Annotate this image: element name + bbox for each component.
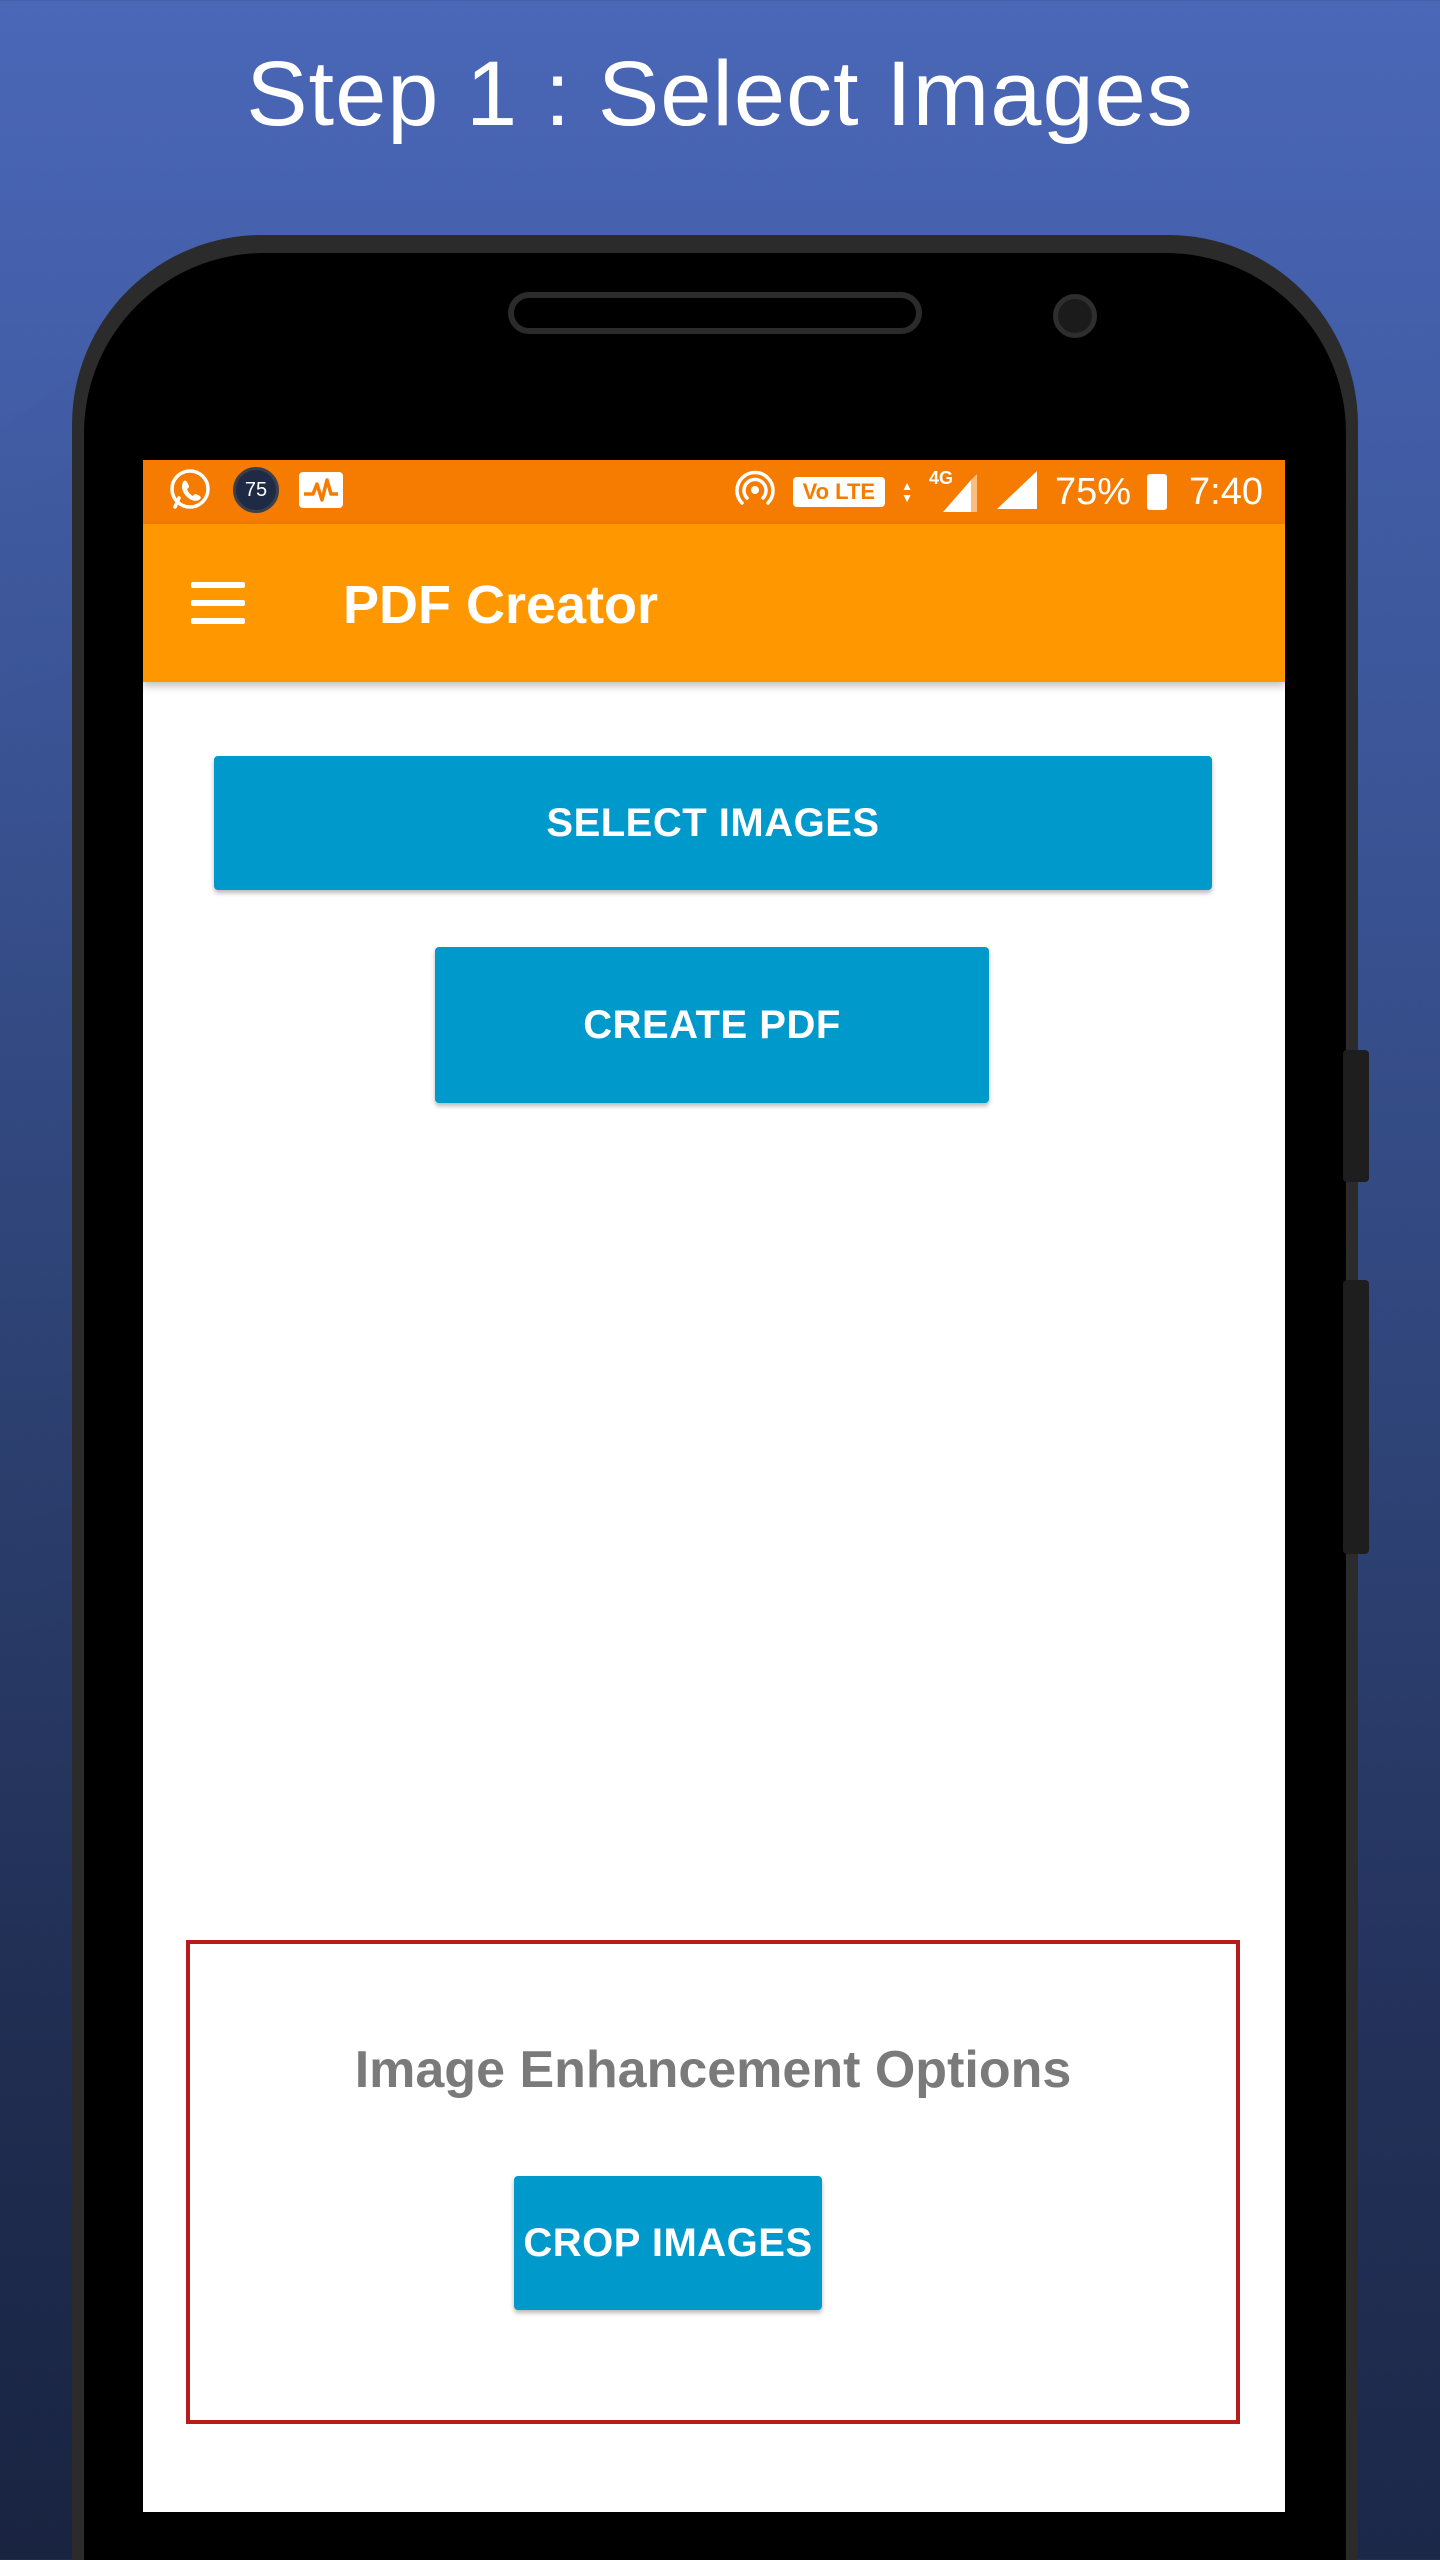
notification-badge: 75 (233, 467, 279, 513)
crop-images-button[interactable]: CROP IMAGES (514, 2176, 822, 2310)
whatsapp-icon (167, 467, 213, 513)
activity-monitor-icon (299, 472, 343, 508)
enhancement-title: Image Enhancement Options (354, 2041, 1072, 2099)
data-arrows-icon: ▲ ▼ (901, 479, 913, 505)
app-title: PDF Creator (343, 575, 659, 635)
volte-badge: Vo LTE (792, 477, 886, 507)
promo-title: Step 1 : Select Images (246, 43, 1194, 145)
phone-camera (1053, 294, 1097, 338)
battery-percent: 75% (1054, 470, 1132, 513)
signal-4g-icon: 4G (929, 468, 979, 514)
status-bar-right: Vo LTE ▲ ▼ 4G 75% 7:40 (717, 466, 1263, 518)
signal-icon (995, 469, 1039, 516)
phone-screen: 75 Vo LTE ▲ ▼ 4G 75% 7:40 PDF Creator SE… (143, 460, 1285, 2512)
hotspot-icon (733, 468, 777, 517)
menu-icon[interactable] (191, 582, 245, 624)
battery-icon (1147, 474, 1168, 510)
clock-time: 7:40 (1189, 470, 1263, 513)
app-bar: PDF Creator (143, 524, 1285, 682)
status-bar-left: 75 (167, 467, 363, 513)
status-bar: 75 Vo LTE ▲ ▼ 4G 75% 7:40 (143, 460, 1285, 524)
phone-speaker (508, 292, 922, 334)
select-images-button[interactable]: SELECT IMAGES (214, 756, 1212, 890)
phone-volume-button (1343, 1050, 1369, 1182)
create-pdf-button[interactable]: CREATE PDF (435, 947, 989, 1103)
phone-power-button (1343, 1280, 1369, 1554)
